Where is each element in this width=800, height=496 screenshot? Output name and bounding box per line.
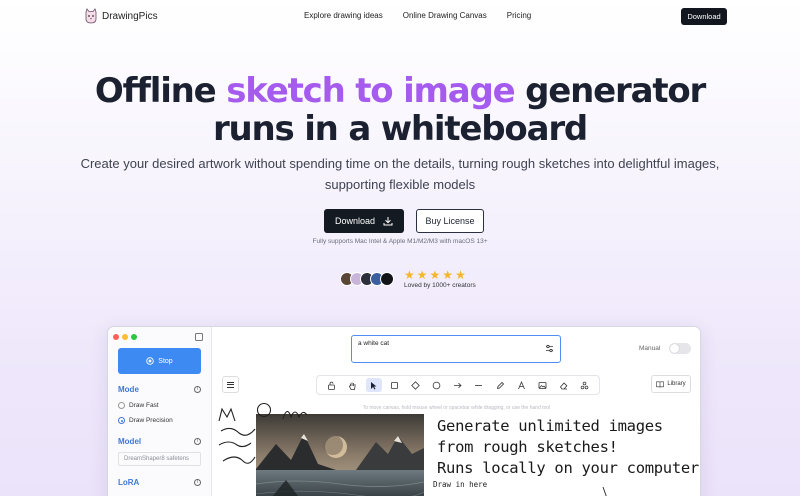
brand-logo[interactable]: DrawingPics bbox=[84, 8, 158, 24]
shapes-library-icon[interactable] bbox=[576, 378, 592, 392]
hero-subtitle-line1: Create your desired artwork without spen… bbox=[80, 156, 720, 171]
sliders-icon[interactable] bbox=[545, 344, 554, 353]
top-nav: DrawingPics Explore drawing ideas Online… bbox=[0, 0, 800, 34]
handwritten-line-1: Generate unlimited images bbox=[437, 417, 663, 435]
book-icon bbox=[656, 381, 665, 388]
diamond-icon[interactable] bbox=[408, 378, 424, 392]
app-sidebar: Stop Mode i Draw Fast Draw Precision Mod… bbox=[108, 327, 212, 496]
app-window-preview: Stop Mode i Draw Fast Draw Precision Mod… bbox=[107, 326, 701, 496]
avatar bbox=[380, 272, 394, 286]
cta-row: Download Buy License bbox=[0, 209, 800, 233]
mode-info-icon[interactable]: i bbox=[194, 386, 201, 393]
window-minimize-dot[interactable] bbox=[122, 334, 128, 340]
hero-download-label: Download bbox=[334, 216, 376, 226]
mode-label: Mode bbox=[118, 385, 139, 394]
hero-subtitle: Create your desired artwork without spen… bbox=[80, 153, 720, 195]
rectangle-icon[interactable] bbox=[387, 378, 403, 392]
hero-title-line2: runs in a whiteboard bbox=[212, 109, 588, 149]
creator-avatars bbox=[340, 272, 394, 286]
prompt-input[interactable]: a white cat bbox=[351, 335, 561, 363]
draw-here-note: Draw in here bbox=[433, 480, 488, 489]
line-icon[interactable] bbox=[471, 378, 487, 392]
download-icon bbox=[383, 217, 393, 226]
lock-icon[interactable] bbox=[324, 378, 340, 392]
cat-logo-icon bbox=[85, 8, 97, 24]
rating: ★ ★ ★ ★ ★ Loved by 1000+ creators bbox=[404, 269, 476, 289]
radio-selected-icon bbox=[118, 417, 125, 424]
hero-download-button[interactable]: Download bbox=[324, 209, 404, 233]
handwritten-line-3: Runs locally on your computer! bbox=[437, 459, 701, 477]
image-icon[interactable] bbox=[534, 378, 550, 392]
hero-title-accent: sketch to image bbox=[226, 71, 516, 111]
stop-icon bbox=[146, 357, 155, 365]
selection-arrow-icon[interactable] bbox=[365, 378, 382, 392]
hero-title-pre: Offline bbox=[94, 71, 227, 111]
rating-stars: ★ ★ ★ ★ ★ bbox=[404, 269, 476, 281]
hero-title-post: generator bbox=[514, 71, 706, 111]
nav-link-pricing[interactable]: Pricing bbox=[507, 11, 531, 20]
hand-icon[interactable] bbox=[345, 378, 361, 392]
model-select[interactable]: DreamShaper8 safetens bbox=[118, 452, 201, 466]
library-label: Library bbox=[667, 381, 686, 387]
nav-links: Explore drawing ideas Online Drawing Can… bbox=[304, 11, 551, 20]
radio-icon bbox=[118, 402, 125, 409]
model-info-icon[interactable]: i bbox=[194, 438, 201, 445]
library-button[interactable]: Library bbox=[651, 375, 691, 393]
mode-option-draw-precision[interactable]: Draw Precision bbox=[118, 417, 173, 424]
stop-button[interactable]: Stop bbox=[118, 348, 201, 374]
generated-landscape-image bbox=[256, 414, 424, 496]
lora-info-icon[interactable]: i bbox=[194, 479, 201, 486]
mode-option-draw-fast[interactable]: Draw Fast bbox=[118, 402, 159, 409]
sidebar-toggle-icon[interactable] bbox=[195, 333, 203, 341]
nav-download-button[interactable]: Download bbox=[681, 8, 727, 25]
brand-name: DrawingPics bbox=[102, 10, 158, 22]
ellipse-icon[interactable] bbox=[429, 378, 445, 392]
hero-title-line1: Offline sketch to image generator bbox=[0, 72, 800, 110]
whiteboard-canvas[interactable]: a white cat Manual Library To move canva… bbox=[213, 327, 700, 496]
prompt-text: a white cat bbox=[358, 340, 390, 347]
buy-license-button[interactable]: Buy License bbox=[416, 209, 484, 233]
window-zoom-dot[interactable] bbox=[131, 334, 137, 340]
arrow-icon[interactable] bbox=[450, 378, 466, 392]
drawing-toolbar bbox=[316, 375, 600, 395]
pencil-icon[interactable] bbox=[492, 378, 508, 392]
nav-link-explore[interactable]: Explore drawing ideas bbox=[304, 11, 383, 20]
generated-image[interactable] bbox=[256, 414, 424, 496]
handwritten-line-2: from rough sketches! bbox=[437, 438, 618, 456]
hamburger-menu-icon[interactable] bbox=[222, 376, 239, 393]
mode-option-label: Draw Precision bbox=[129, 417, 173, 424]
star-icon: ★ bbox=[442, 268, 454, 282]
loved-by-text: Loved by 1000+ creators bbox=[404, 282, 476, 289]
stop-label: Stop bbox=[158, 357, 173, 365]
window-close-dot[interactable] bbox=[113, 334, 119, 340]
star-icon: ★ bbox=[455, 268, 466, 282]
hero-subtitle-line2: supporting flexible models bbox=[324, 177, 476, 192]
eraser-icon[interactable] bbox=[555, 378, 571, 392]
star-icon: ★ bbox=[404, 268, 415, 282]
text-icon[interactable] bbox=[513, 378, 529, 392]
mode-option-label: Draw Fast bbox=[129, 402, 159, 409]
star-icon: ★ bbox=[416, 268, 428, 282]
star-icon: ★ bbox=[429, 268, 441, 282]
social-proof: ★ ★ ★ ★ ★ Loved by 1000+ creators bbox=[340, 269, 476, 289]
canvas-hint: To move canvas, hold mouse wheel or spac… bbox=[362, 405, 551, 411]
model-label: Model bbox=[118, 437, 142, 446]
manual-toggle[interactable] bbox=[669, 343, 691, 354]
manual-toggle-label: Manual bbox=[639, 345, 661, 352]
platform-support-note: Fully supports Mac Intel & Apple M1/M2/M… bbox=[312, 238, 488, 245]
lora-label: LoRA bbox=[118, 478, 140, 487]
nav-link-online-canvas[interactable]: Online Drawing Canvas bbox=[403, 11, 487, 20]
